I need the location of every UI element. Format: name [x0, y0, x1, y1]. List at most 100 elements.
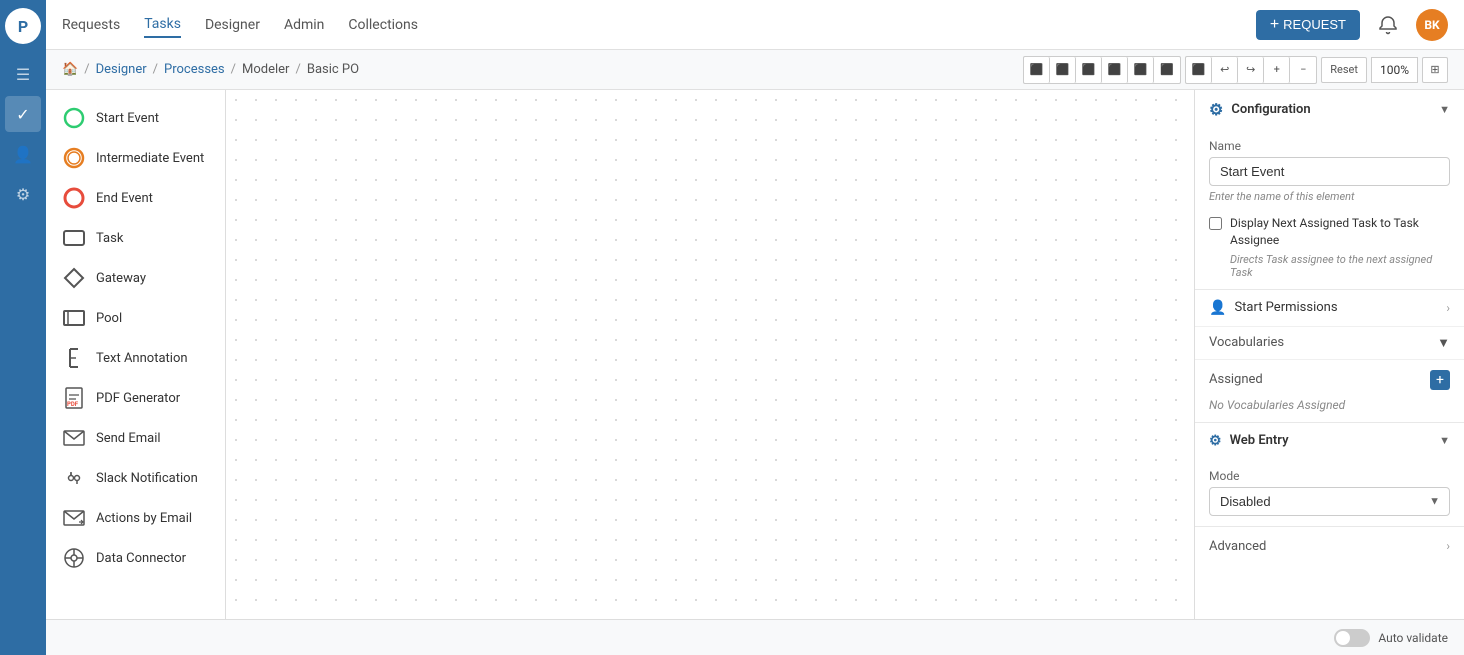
palette-intermediate-event[interactable]: Intermediate Event	[46, 138, 225, 178]
request-button[interactable]: REQUEST	[1256, 10, 1360, 40]
palette-gateway[interactable]: Gateway	[46, 258, 225, 298]
app-logo[interactable]: P	[5, 8, 41, 44]
nav-admin[interactable]: Admin	[284, 13, 324, 37]
palette-send-email[interactable]: Send Email	[46, 418, 225, 458]
text-annotation-icon	[62, 346, 86, 370]
no-vocab-text: No Vocabularies Assigned	[1209, 398, 1450, 412]
name-hint: Enter the name of this element	[1209, 190, 1450, 203]
left-sidebar: P ☰ ✓ 👤 ⚙	[0, 0, 46, 655]
nav-links: Requests Tasks Designer Admin Collection…	[62, 12, 1256, 38]
align-left-btn[interactable]: ⬛	[1024, 57, 1050, 83]
end-event-icon	[62, 186, 86, 210]
gateway-icon	[62, 266, 86, 290]
main-content: Requests Tasks Designer Admin Collection…	[46, 0, 1464, 655]
nav-tasks[interactable]: Tasks	[144, 12, 181, 38]
send-email-icon	[62, 426, 86, 450]
auto-validate-label: Auto validate	[1378, 631, 1448, 645]
palette-text-annotation[interactable]: Text Annotation	[46, 338, 225, 378]
pdf-generator-icon: PDF	[62, 386, 86, 410]
palette-end-event[interactable]: End Event	[46, 178, 225, 218]
breadcrumb-designer[interactable]: Designer	[96, 62, 147, 77]
pool-icon	[62, 306, 86, 330]
start-permissions-item[interactable]: 👤 Start Permissions ›	[1195, 290, 1464, 327]
start-event-icon	[62, 106, 86, 130]
palette-pdf-generator[interactable]: PDF PDF Generator	[46, 378, 225, 418]
config-body: Name Enter the name of this element Disp…	[1195, 129, 1464, 289]
alignment-toolbar: ⬛ ⬛ ⬛ ⬛ ⬛ ⬛	[1023, 56, 1181, 84]
auto-validate-toggle[interactable]	[1334, 629, 1370, 647]
breadcrumb-modeler: Modeler	[242, 62, 289, 77]
toggle-knob	[1336, 631, 1350, 645]
config-header[interactable]: ⚙ Configuration ▼	[1195, 90, 1464, 129]
assigned-header: Assigned +	[1209, 370, 1450, 390]
redo-btn[interactable]: ↪	[1238, 57, 1264, 83]
advanced-section[interactable]: Advanced ›	[1195, 527, 1464, 566]
web-entry-section: ⚙ Web Entry ▼ Mode Disabled Enabled Secr…	[1195, 423, 1464, 527]
pipe-btn[interactable]: ⬛	[1186, 57, 1212, 83]
vocabularies-header[interactable]: Vocabularies ▼	[1195, 327, 1464, 360]
view-toolbar: ⬛ ↩ ↪ + −	[1185, 56, 1317, 84]
align-center-btn[interactable]: ⬛	[1050, 57, 1076, 83]
breadcrumb-processes[interactable]: Processes	[164, 62, 225, 77]
workspace: Start Event Intermediate Event	[46, 90, 1464, 619]
task-icon	[62, 226, 86, 250]
distribute-h-btn[interactable]: ⬛	[1128, 57, 1154, 83]
reset-btn[interactable]: Reset	[1321, 57, 1367, 83]
breadcrumb: 🏠 / Designer / Processes / Modeler / Bas…	[62, 62, 1015, 77]
palette-pool[interactable]: Pool	[46, 298, 225, 338]
nav-icon-users[interactable]: 👤	[5, 136, 41, 172]
bottom-bar: Auto validate	[46, 619, 1464, 655]
assign-task-checkbox[interactable]	[1209, 217, 1222, 230]
name-input[interactable]	[1209, 157, 1450, 186]
mode-select-wrapper: Disabled Enabled Secret ▼	[1209, 487, 1450, 516]
actions-email-icon	[62, 506, 86, 530]
notifications-icon[interactable]	[1372, 9, 1404, 41]
advanced-chevron: ›	[1446, 539, 1450, 553]
remove-btn[interactable]: −	[1290, 57, 1316, 83]
intermediate-event-icon	[62, 146, 86, 170]
start-permissions-chevron: ›	[1446, 301, 1450, 315]
nav-icon-settings[interactable]: ⚙	[5, 176, 41, 212]
breadcrumb-basic-po: Basic PO	[307, 62, 359, 77]
checkbox-label: Display Next Assigned Task to Task Assig…	[1230, 215, 1450, 249]
nav-designer[interactable]: Designer	[205, 13, 260, 37]
web-entry-header[interactable]: ⚙ Web Entry ▼	[1195, 423, 1464, 459]
mode-label: Mode	[1209, 469, 1450, 483]
web-entry-body: Mode Disabled Enabled Secret ▼	[1195, 459, 1464, 526]
svg-text:PDF: PDF	[67, 401, 79, 408]
align-justify-btn[interactable]: ⬛	[1102, 57, 1128, 83]
data-connector-icon	[62, 546, 86, 570]
nav-collections[interactable]: Collections	[348, 13, 418, 37]
add-btn[interactable]: +	[1264, 57, 1290, 83]
toolbar-right: ⬛ ⬛ ⬛ ⬛ ⬛ ⬛ ⬛ ↩ ↪ + − Reset 100% ⊞	[1023, 56, 1448, 84]
align-right-btn[interactable]: ⬛	[1076, 57, 1102, 83]
config-section: ⚙ Configuration ▼ Name Enter the name of…	[1195, 90, 1464, 290]
nav-requests[interactable]: Requests	[62, 13, 120, 37]
grid-btn[interactable]: ⊞	[1422, 57, 1448, 83]
web-entry-chevron: ▼	[1439, 434, 1450, 447]
top-nav: Requests Tasks Designer Admin Collection…	[46, 0, 1464, 50]
palette-start-event[interactable]: Start Event	[46, 98, 225, 138]
vocab-body: Assigned + No Vocabularies Assigned	[1195, 360, 1464, 422]
name-label: Name	[1209, 139, 1450, 153]
mode-select[interactable]: Disabled Enabled Secret	[1209, 487, 1450, 516]
palette-actions-email[interactable]: Actions by Email	[46, 498, 225, 538]
breadcrumb-home[interactable]: 🏠	[62, 62, 78, 77]
nav-actions: REQUEST BK	[1256, 9, 1448, 41]
user-avatar[interactable]: BK	[1416, 9, 1448, 41]
checkbox-row: Display Next Assigned Task to Task Assig…	[1209, 215, 1450, 279]
canvas[interactable]	[226, 90, 1194, 619]
nav-icon-tasks[interactable]: ✓	[5, 96, 41, 132]
palette-slack-notification[interactable]: Slack Notification	[46, 458, 225, 498]
palette-task[interactable]: Task	[46, 218, 225, 258]
slack-notification-icon	[62, 466, 86, 490]
vocabularies-section: Vocabularies ▼ Assigned + No Vocabularie…	[1195, 327, 1464, 423]
nav-icon-list[interactable]: ☰	[5, 56, 41, 92]
add-vocab-btn[interactable]: +	[1430, 370, 1450, 390]
vocabularies-chevron: ▼	[1437, 335, 1450, 351]
breadcrumb-bar: 🏠 / Designer / Processes / Modeler / Bas…	[46, 50, 1464, 90]
distribute-v-btn[interactable]: ⬛	[1154, 57, 1180, 83]
undo-btn[interactable]: ↩	[1212, 57, 1238, 83]
config-chevron: ▼	[1439, 103, 1450, 116]
palette-data-connector[interactable]: Data Connector	[46, 538, 225, 578]
